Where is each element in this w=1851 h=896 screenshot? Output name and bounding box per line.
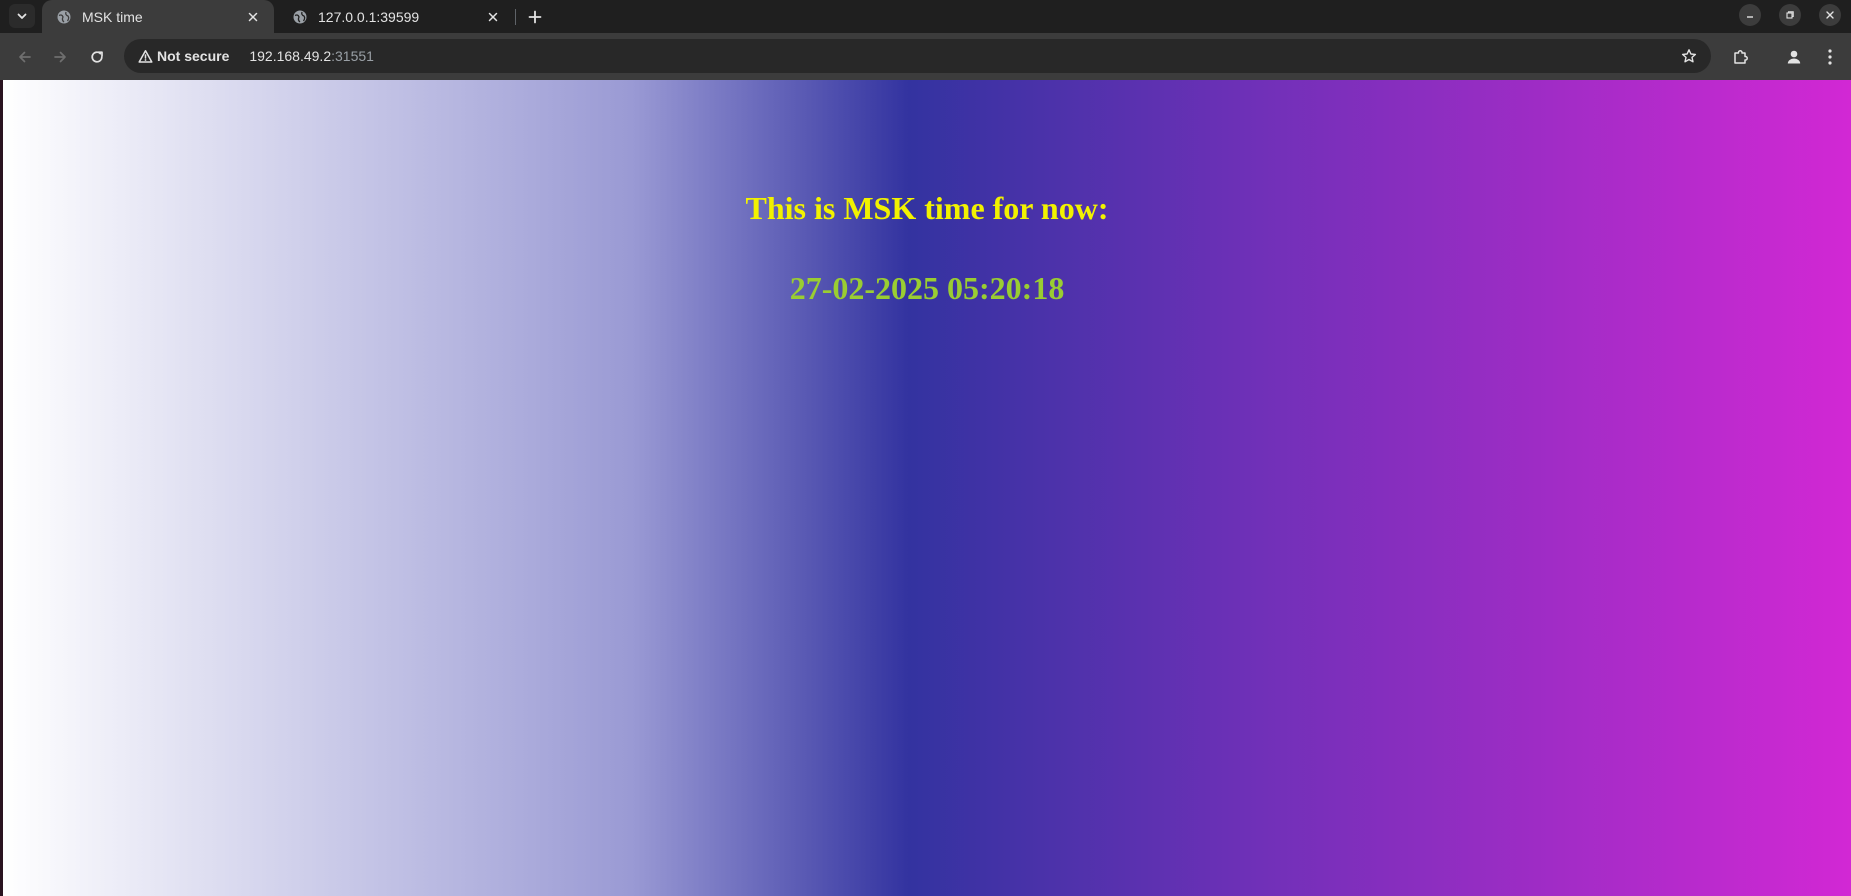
page-heading: This is MSK time for now: [745,190,1109,226]
current-time: 27-02-2025 05:20:18 [789,270,1065,306]
star-icon [1681,48,1697,64]
url-host: 192.168.49.2 [249,48,332,64]
reload-icon [89,49,105,65]
tab-localhost[interactable]: 127.0.0.1:39599 [278,0,514,33]
tab-strip: MSK time 127.0.0.1:39599 [0,0,1851,33]
plus-icon [528,10,542,24]
globe-icon [56,9,72,25]
minimize-icon [1745,10,1755,20]
minimize-button[interactable] [1739,4,1761,26]
url-port: :31551 [331,48,374,64]
browser-toolbar: Not secure 192.168.49.2:31551 [0,33,1851,80]
page-viewport: This is MSK time for now: 27-02-2025 05:… [3,80,1851,896]
puzzle-icon [1732,48,1750,66]
menu-button[interactable] [1816,43,1844,71]
person-icon [1785,48,1803,66]
security-indicator[interactable]: Not secure [132,43,237,69]
back-button[interactable] [11,43,39,71]
tab-divider [515,9,516,25]
tab-msk-time[interactable]: MSK time [42,0,274,33]
close-icon [1825,10,1835,20]
forward-button[interactable] [46,43,74,71]
close-icon[interactable] [484,8,502,26]
close-icon[interactable] [244,8,262,26]
tab-search-button[interactable] [9,4,35,28]
new-tab-button[interactable] [522,4,548,30]
reload-button[interactable] [83,43,111,71]
security-label: Not secure [157,48,230,64]
address-bar[interactable]: Not secure 192.168.49.2:31551 [124,39,1711,73]
restore-button[interactable] [1779,4,1801,26]
close-window-button[interactable] [1819,4,1841,26]
extensions-button[interactable] [1727,43,1755,71]
browser-window: MSK time 127.0.0.1:39599 Not secure 192.… [0,0,1851,896]
kebab-menu-icon [1827,48,1833,66]
tab-title: MSK time [82,8,143,25]
chevron-down-icon [16,10,28,22]
url-text: 192.168.49.2:31551 [249,48,374,64]
tab-title: 127.0.0.1:39599 [318,8,420,25]
restore-icon [1785,10,1795,20]
bookmark-button[interactable] [1679,46,1699,66]
arrow-left-icon [17,49,33,65]
profile-button[interactable] [1780,43,1808,71]
warning-triangle-icon [138,49,153,64]
arrow-right-icon [52,49,68,65]
globe-icon [292,9,308,25]
